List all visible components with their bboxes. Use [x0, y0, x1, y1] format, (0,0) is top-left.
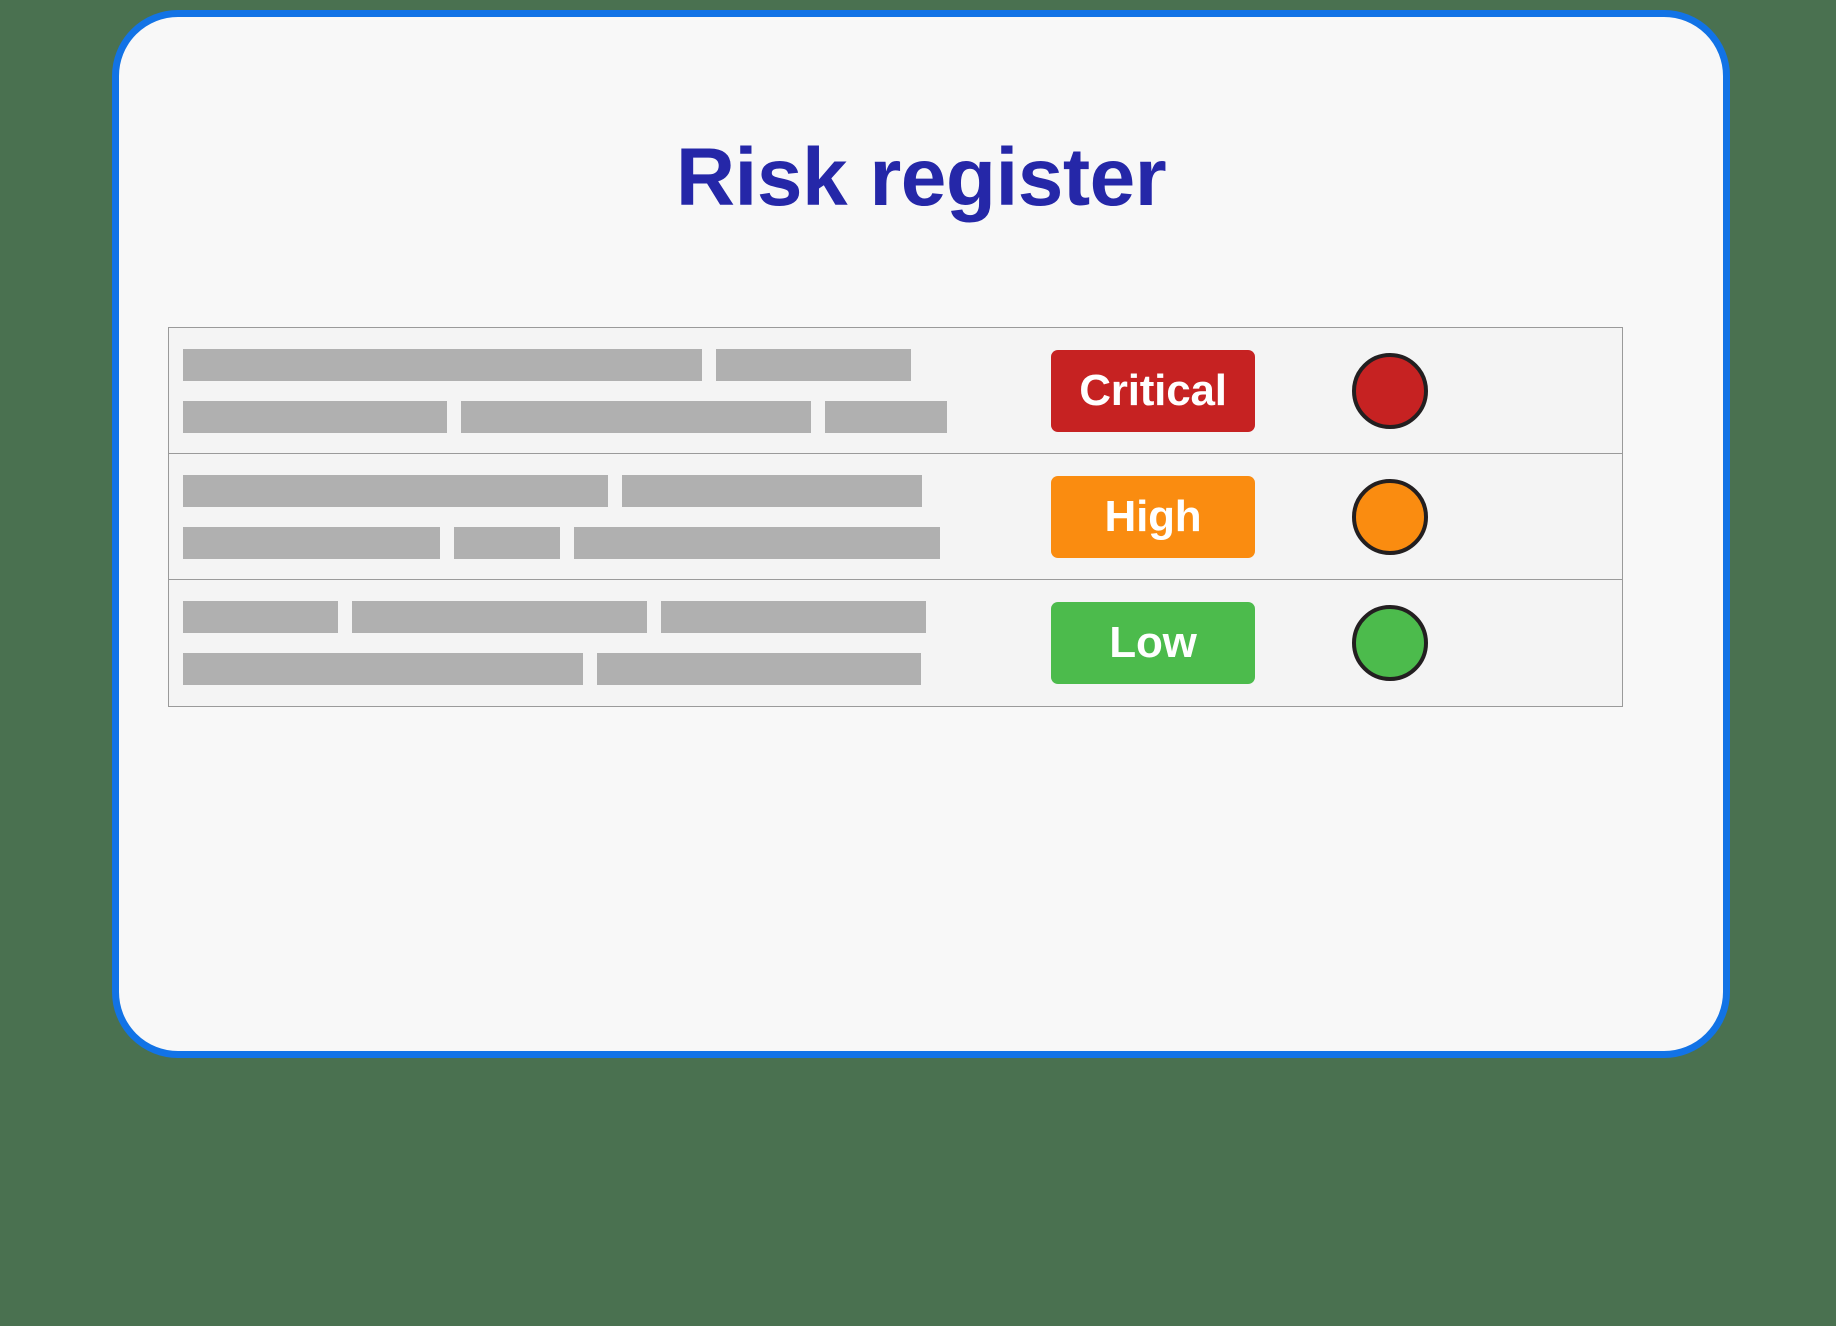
severity-badge-cell: Critical — [999, 349, 1304, 432]
severity-badge[interactable]: Critical — [1051, 349, 1255, 432]
placeholder-bar — [661, 601, 926, 633]
risk-register-card: Risk register Critical High Low — [112, 10, 1730, 1058]
placeholder-bar — [461, 400, 811, 433]
table-row[interactable]: Critical — [169, 328, 1622, 454]
placeholder-line — [183, 653, 999, 685]
risk-description-placeholder — [169, 601, 999, 685]
placeholder-bar — [454, 526, 560, 559]
severity-badge-cell: Low — [999, 602, 1304, 684]
table-row[interactable]: High — [169, 454, 1622, 580]
placeholder-bar — [825, 400, 947, 433]
table-row[interactable]: Low — [169, 580, 1622, 706]
placeholder-bar — [574, 526, 940, 559]
placeholder-line — [183, 526, 999, 559]
status-dot-icon — [1352, 352, 1428, 429]
status-indicator-cell — [1304, 605, 1622, 681]
placeholder-bar — [183, 400, 447, 433]
placeholder-bar — [597, 653, 921, 685]
risk-register-table: Critical High Low — [168, 327, 1623, 707]
severity-badge[interactable]: High — [1051, 475, 1255, 558]
status-dot-icon — [1352, 605, 1428, 681]
status-dot-icon — [1352, 478, 1428, 555]
placeholder-line — [183, 474, 999, 507]
placeholder-line — [183, 601, 999, 633]
placeholder-bar — [183, 653, 583, 685]
risk-description-placeholder — [169, 348, 999, 433]
placeholder-bar — [183, 348, 702, 381]
severity-badge[interactable]: Low — [1051, 602, 1255, 684]
placeholder-bar — [183, 526, 440, 559]
placeholder-bar — [716, 348, 911, 381]
placeholder-bar — [183, 474, 608, 507]
placeholder-line — [183, 348, 999, 381]
risk-description-placeholder — [169, 474, 999, 559]
status-indicator-cell — [1304, 352, 1622, 429]
placeholder-bar — [183, 601, 338, 633]
page-title: Risk register — [675, 132, 1167, 223]
placeholder-line — [183, 400, 999, 433]
severity-badge-cell: High — [999, 475, 1304, 558]
screen-root: Risk register Critical High Low — [0, 0, 1836, 1326]
placeholder-bar — [622, 474, 922, 507]
status-indicator-cell — [1304, 478, 1622, 555]
placeholder-bar — [352, 601, 647, 633]
